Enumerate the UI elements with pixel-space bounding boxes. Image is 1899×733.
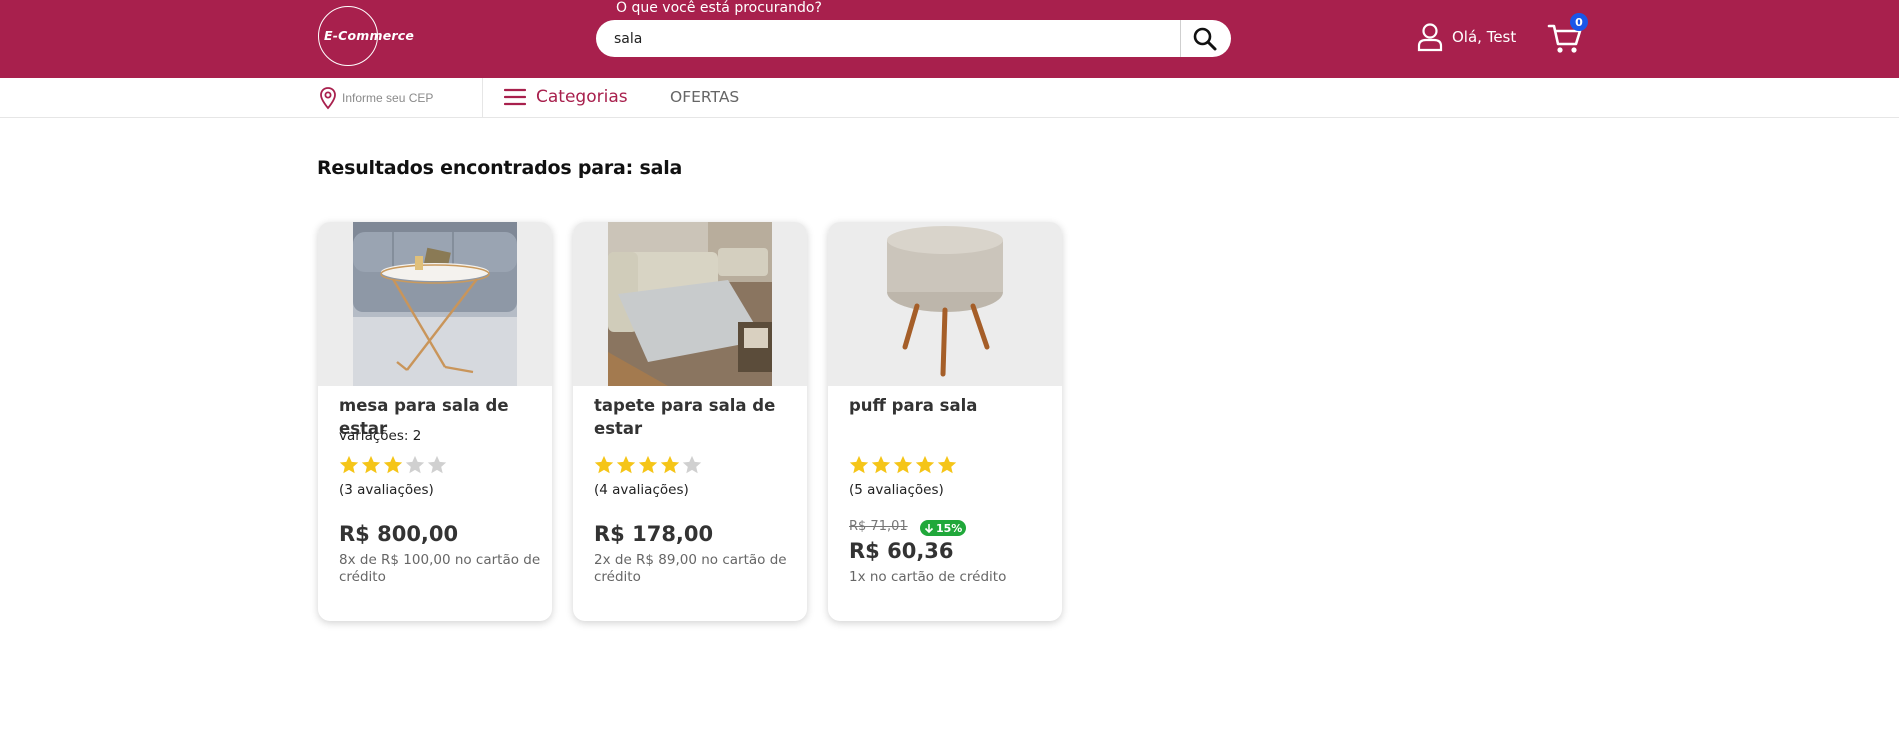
logo-text[interactable]: E-Commerce <box>324 28 414 43</box>
header-bar: E-Commerce O que você está procurando? O… <box>0 0 1899 78</box>
old-price: R$ 71,01 <box>849 519 908 534</box>
cart-count-badge: 0 <box>1570 13 1588 31</box>
product-image-area <box>318 222 552 386</box>
product-image-pouf[interactable] <box>863 222 1027 386</box>
subnav-divider <box>482 78 483 118</box>
categories-label[interactable]: Categorias <box>536 87 628 107</box>
categories-menu[interactable]: Categorias <box>504 87 628 107</box>
discount-percent: 15% <box>936 521 963 535</box>
cep-placeholder[interactable]: Informe seu CEP <box>342 91 433 105</box>
product-card[interactable]: tapete para sala de estar (4 avaliações)… <box>573 222 807 621</box>
reviews-count: (3 avaliações) <box>339 482 434 498</box>
rating-stars <box>593 454 703 476</box>
product-name[interactable]: puff para sala <box>849 394 1054 417</box>
discount-badge: 15% <box>920 520 967 536</box>
search-icon <box>1193 27 1217 50</box>
search-button[interactable] <box>1184 22 1226 55</box>
hamburger-menu-icon <box>504 88 526 106</box>
star-filled-icon <box>849 455 869 474</box>
installments-text: 2x de R$ 89,00 no cartão de crédito <box>594 552 787 585</box>
product-image-rug[interactable] <box>608 222 772 386</box>
installments-text: 1x no cartão de crédito <box>849 569 1007 585</box>
star-empty-icon <box>405 455 425 474</box>
reviews-count: (4 avaliações) <box>594 482 689 498</box>
search-label: O que você está procurando? <box>616 0 822 16</box>
results-heading: Resultados encontrados para: sala <box>317 157 683 179</box>
star-filled-icon <box>361 455 381 474</box>
product-image-area <box>573 222 807 386</box>
star-filled-icon <box>383 455 403 474</box>
product-variations: variações: 2 <box>339 428 422 444</box>
product-price: R$ 178,00 <box>594 522 714 546</box>
product-card[interactable]: puff para sala (5 avaliações) R$ 71,01 1… <box>828 222 1062 621</box>
star-filled-icon <box>660 455 680 474</box>
search-box <box>596 20 1231 57</box>
star-filled-icon <box>871 455 891 474</box>
star-filled-icon <box>893 455 913 474</box>
arrow-down-icon <box>924 524 934 533</box>
location-pin-icon <box>320 87 336 110</box>
star-filled-icon <box>594 455 614 474</box>
rating-stars <box>848 454 958 476</box>
star-filled-icon <box>638 455 658 474</box>
star-filled-icon <box>915 455 935 474</box>
star-filled-icon <box>339 455 359 474</box>
user-icon <box>1417 23 1443 52</box>
product-price: R$ 60,36 <box>849 539 954 563</box>
offers-link[interactable]: OFERTAS <box>670 88 739 106</box>
product-image-area <box>828 222 1062 386</box>
installments-text: 8x de R$ 100,00 no cartão de crédito <box>339 552 541 585</box>
product-price: R$ 800,00 <box>339 522 459 546</box>
star-filled-icon <box>937 455 957 474</box>
cep-selector[interactable]: Informe seu CEP <box>318 86 433 110</box>
reviews-count: (5 avaliações) <box>849 482 944 498</box>
search-input[interactable] <box>614 20 1174 57</box>
star-empty-icon <box>682 455 702 474</box>
rating-stars <box>338 454 448 476</box>
star-filled-icon <box>616 455 636 474</box>
sub-navigation: Informe seu CEP Categorias OFERTAS <box>0 78 1899 118</box>
star-empty-icon <box>427 455 447 474</box>
product-name[interactable]: tapete para sala de estar <box>594 394 799 440</box>
product-card[interactable]: mesa para sala de estar variações: 2 (3 … <box>318 222 552 621</box>
user-account[interactable]: Olá, Test <box>1416 22 1516 52</box>
search-divider <box>1180 20 1181 57</box>
user-greeting[interactable]: Olá, Test <box>1452 28 1516 46</box>
product-image-table[interactable] <box>353 222 517 386</box>
